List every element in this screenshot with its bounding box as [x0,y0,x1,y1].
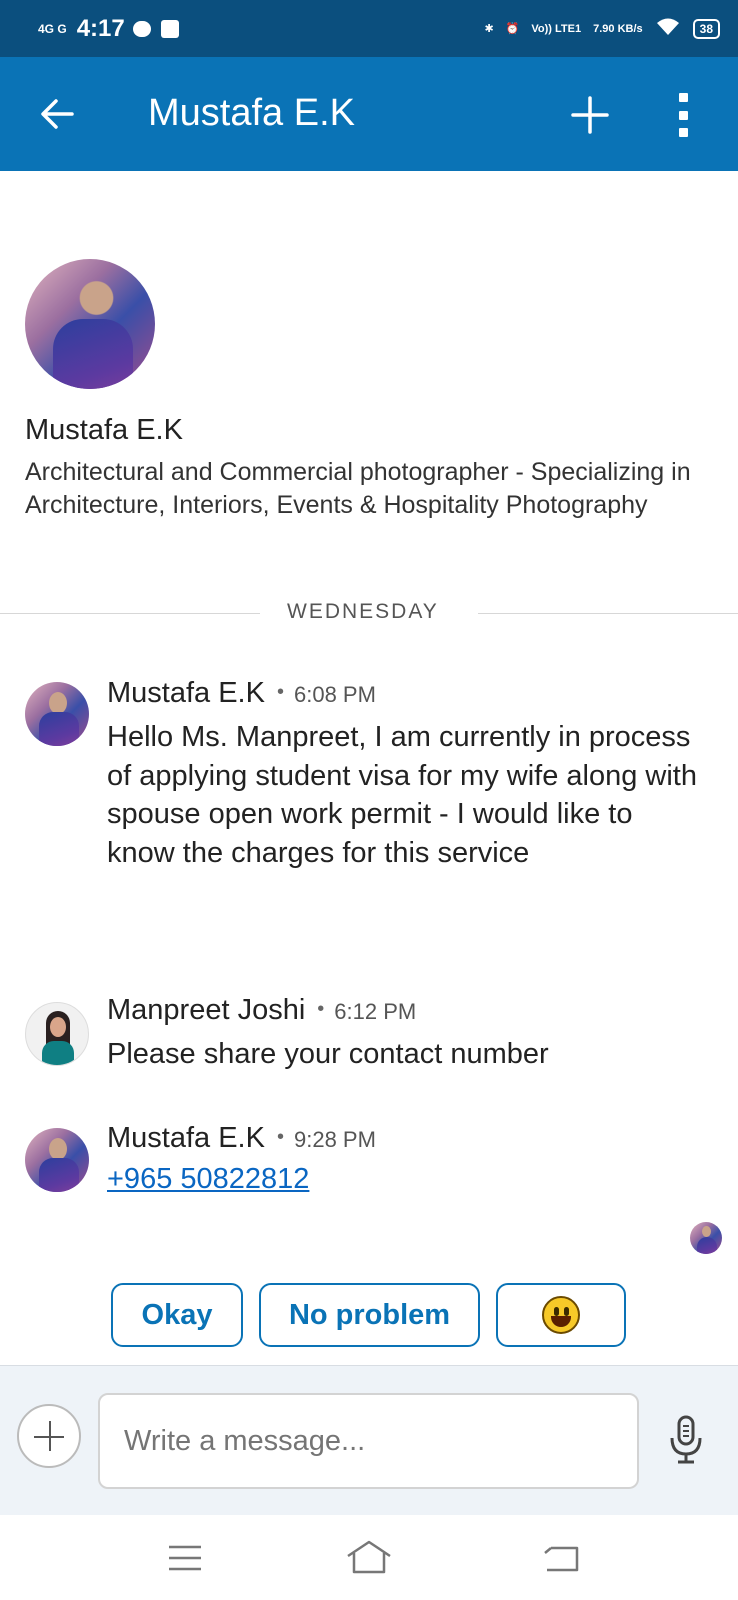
system-navigation-bar [0,1515,738,1600]
message-time: 6:08 PM [293,682,376,707]
separator-dot: • [317,998,325,1020]
avatar[interactable] [25,1128,89,1192]
status-bar: 4G G 4:17 ✱ ⏰ Vo)) LTE1 7.90 KB/s 38 [0,0,738,57]
arrow-left-icon[interactable] [38,95,76,133]
message-time: 9:28 PM [293,1127,376,1152]
attach-plus-button[interactable] [17,1404,81,1468]
sender-name[interactable]: Manpreet Joshi [107,994,305,1026]
separator-dot: • [276,1126,284,1148]
message-header: Mustafa E.K • 6:08 PM [107,677,376,710]
quick-reply-no-problem[interactable]: No problem [259,1283,480,1347]
more-vertical-icon[interactable] [676,93,690,137]
message-time: 6:12 PM [334,999,417,1024]
quick-reply-emoji[interactable] [496,1283,626,1347]
wifi-icon [655,17,681,40]
seen-receipt-avatar [690,1222,722,1254]
message-text: Hello Ms. Manpreet, I am currently in pr… [107,721,697,869]
divider-line-left [0,613,260,614]
profile-headline: Architectural and Commercial photographe… [25,458,691,519]
divider-line-right [478,613,738,614]
message-composer [0,1365,738,1515]
sender-name[interactable]: Mustafa E.K [107,1122,265,1154]
message-header: Manpreet Joshi • 6:12 PM [107,994,416,1027]
sender-name[interactable]: Mustafa E.K [107,677,265,709]
menu-icon[interactable] [167,1543,203,1578]
network-indicator: 4G G [38,21,67,36]
avatar[interactable] [25,1002,89,1066]
message-text: Please share your contact number [107,1038,549,1070]
network-speed: 7.90 KB/s [593,22,643,35]
phone-link[interactable]: +965 50822812 [107,1163,309,1196]
app-notification-icon [160,19,179,38]
separator-dot: • [276,681,284,703]
grinning-face-icon [542,1296,580,1334]
message-notification-icon [132,20,151,37]
profile-avatar[interactable] [25,259,155,389]
app-bar: Mustafa E.K [0,57,738,171]
status-time: 4:17 [76,14,125,42]
bluetooth-icon: ✱ [484,23,494,35]
battery-indicator: 38 [692,18,720,39]
back-nav-icon[interactable] [543,1543,581,1578]
quick-reply-okay[interactable]: Okay [111,1283,243,1347]
home-icon[interactable] [345,1539,393,1580]
message-input[interactable] [98,1393,639,1489]
alarm-icon: ⏰ [505,23,520,35]
avatar[interactable] [25,682,89,746]
profile-name[interactable]: Mustafa E.K [25,414,183,447]
conversation-title: Mustafa E.K [148,92,355,134]
status-right: ✱ ⏰ Vo)) LTE1 7.90 KB/s 38 [484,17,720,40]
microphone-icon[interactable] [668,1414,704,1466]
day-label: WEDNESDAY [287,600,439,623]
plus-icon[interactable] [570,95,610,135]
message-header: Mustafa E.K • 9:28 PM [107,1122,376,1155]
day-divider: WEDNESDAY [0,598,738,628]
volte-indicator: Vo)) LTE1 [531,22,582,35]
